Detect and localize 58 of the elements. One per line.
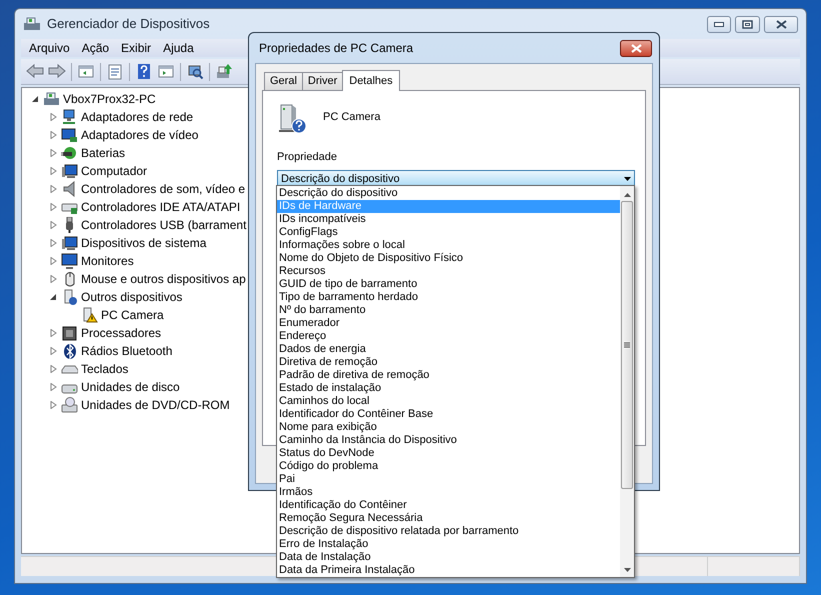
tree-item[interactable]: Outros dispositivos bbox=[81, 288, 182, 306]
dropdown-option[interactable]: Remoção Segura Necessária bbox=[277, 512, 620, 525]
tree-item[interactable]: Vbox7Prox32-PC bbox=[63, 90, 156, 108]
dialog-title: Propriedades de PC Camera bbox=[259, 40, 414, 57]
dropdown-option[interactable]: Tipo de barramento herdado bbox=[277, 291, 620, 304]
window-title: Gerenciador de Dispositivos bbox=[47, 15, 210, 34]
tree-item[interactable]: Baterias bbox=[81, 144, 126, 162]
tree-item[interactable]: Processadores bbox=[81, 324, 162, 342]
dropdown-option[interactable]: Identificador do Contêiner Base bbox=[277, 408, 620, 421]
dropdown-option[interactable]: Recursos bbox=[277, 265, 620, 278]
tree-item[interactable]: Dispositivos de sistema bbox=[81, 234, 206, 252]
dropdown-option[interactable]: Enumerador bbox=[277, 317, 620, 330]
dropdown-option[interactable]: ConfigFlags bbox=[277, 226, 620, 239]
dropdown-option[interactable]: Caminhos do local bbox=[277, 395, 620, 408]
dropdown-option[interactable]: IDs incompatíveis bbox=[277, 213, 620, 226]
dropdown-option[interactable]: Nome do Objeto de Dispositivo Físico bbox=[277, 252, 620, 265]
tab[interactable]: Detalhes bbox=[342, 70, 400, 91]
tab[interactable]: Geral bbox=[264, 72, 303, 90]
tree-item[interactable]: Controladores USB (barrament bbox=[81, 216, 246, 234]
dropdown-option[interactable]: Data de Instalação bbox=[277, 551, 620, 564]
tab[interactable]: Driver bbox=[302, 72, 344, 90]
dropdown-option[interactable]: Padrão de diretiva de remoção bbox=[277, 369, 620, 382]
tree-item[interactable]: Adaptadores de rede bbox=[81, 108, 194, 126]
property-label: Propriedade bbox=[277, 150, 338, 165]
device-name: PC Camera bbox=[323, 110, 380, 125]
tree-item[interactable]: Unidades de disco bbox=[81, 378, 180, 396]
tree-item[interactable]: Rádios Bluetooth bbox=[81, 342, 172, 360]
tree-item[interactable]: Controladores de som, vídeo e bbox=[81, 180, 246, 198]
tree-item[interactable]: PC Camera bbox=[101, 306, 164, 324]
dropdown-option[interactable]: Descrição do dispositivo bbox=[277, 187, 620, 200]
tree-item[interactable]: Computador bbox=[81, 162, 148, 180]
tree-item[interactable]: Controladores IDE ATA/ATAPI bbox=[81, 198, 240, 216]
dropdown-option[interactable]: Estado de instalação bbox=[277, 382, 620, 395]
dropdown-option[interactable]: GUID de tipo de barramento bbox=[277, 278, 620, 291]
dropdown-option[interactable]: Nome para exibição bbox=[277, 421, 620, 434]
tree-item[interactable]: Teclados bbox=[81, 360, 128, 378]
tree-item[interactable]: Adaptadores de vídeo bbox=[81, 126, 198, 144]
dropdown-option[interactable]: Código do problema bbox=[277, 460, 620, 473]
dropdown-option[interactable]: Irmãos bbox=[277, 486, 620, 499]
menu-item[interactable]: Exibir bbox=[115, 39, 158, 57]
menu-item[interactable]: Ação bbox=[76, 39, 116, 57]
dropdown-option[interactable]: Endereço bbox=[277, 330, 620, 343]
tree-item[interactable]: Mouse e outros dispositivos ap bbox=[81, 270, 246, 288]
menu-item[interactable]: Arquivo bbox=[23, 39, 76, 57]
dropdown-option[interactable]: Erro de Instalação bbox=[277, 538, 620, 551]
dropdown-option[interactable]: Diretiva de remoção bbox=[277, 356, 620, 369]
dropdown-option[interactable]: Data da Primeira Instalação bbox=[277, 564, 620, 577]
dropdown-option[interactable]: Identificação do Contêiner bbox=[277, 499, 620, 512]
dropdown-option[interactable]: Informações sobre o local bbox=[277, 239, 620, 252]
dropdown-option[interactable]: Descrição de dispositivo relatada por barramento bbox=[277, 525, 620, 538]
dropdown-option[interactable]: Status do DevNode bbox=[277, 447, 620, 460]
dropdown-option[interactable]: Pai bbox=[277, 473, 620, 486]
dropdown-option[interactable]: Nº do barramento bbox=[277, 304, 620, 317]
dropdown-option[interactable]: Dados de energia bbox=[277, 343, 620, 356]
tree-item[interactable]: Monitores bbox=[81, 252, 134, 270]
tree-item[interactable]: Unidades de DVD/CD-ROM bbox=[81, 396, 230, 414]
menu-item[interactable]: Ajuda bbox=[157, 39, 200, 57]
dropdown-option[interactable]: Caminho da Instância do Dispositivo bbox=[277, 434, 620, 447]
